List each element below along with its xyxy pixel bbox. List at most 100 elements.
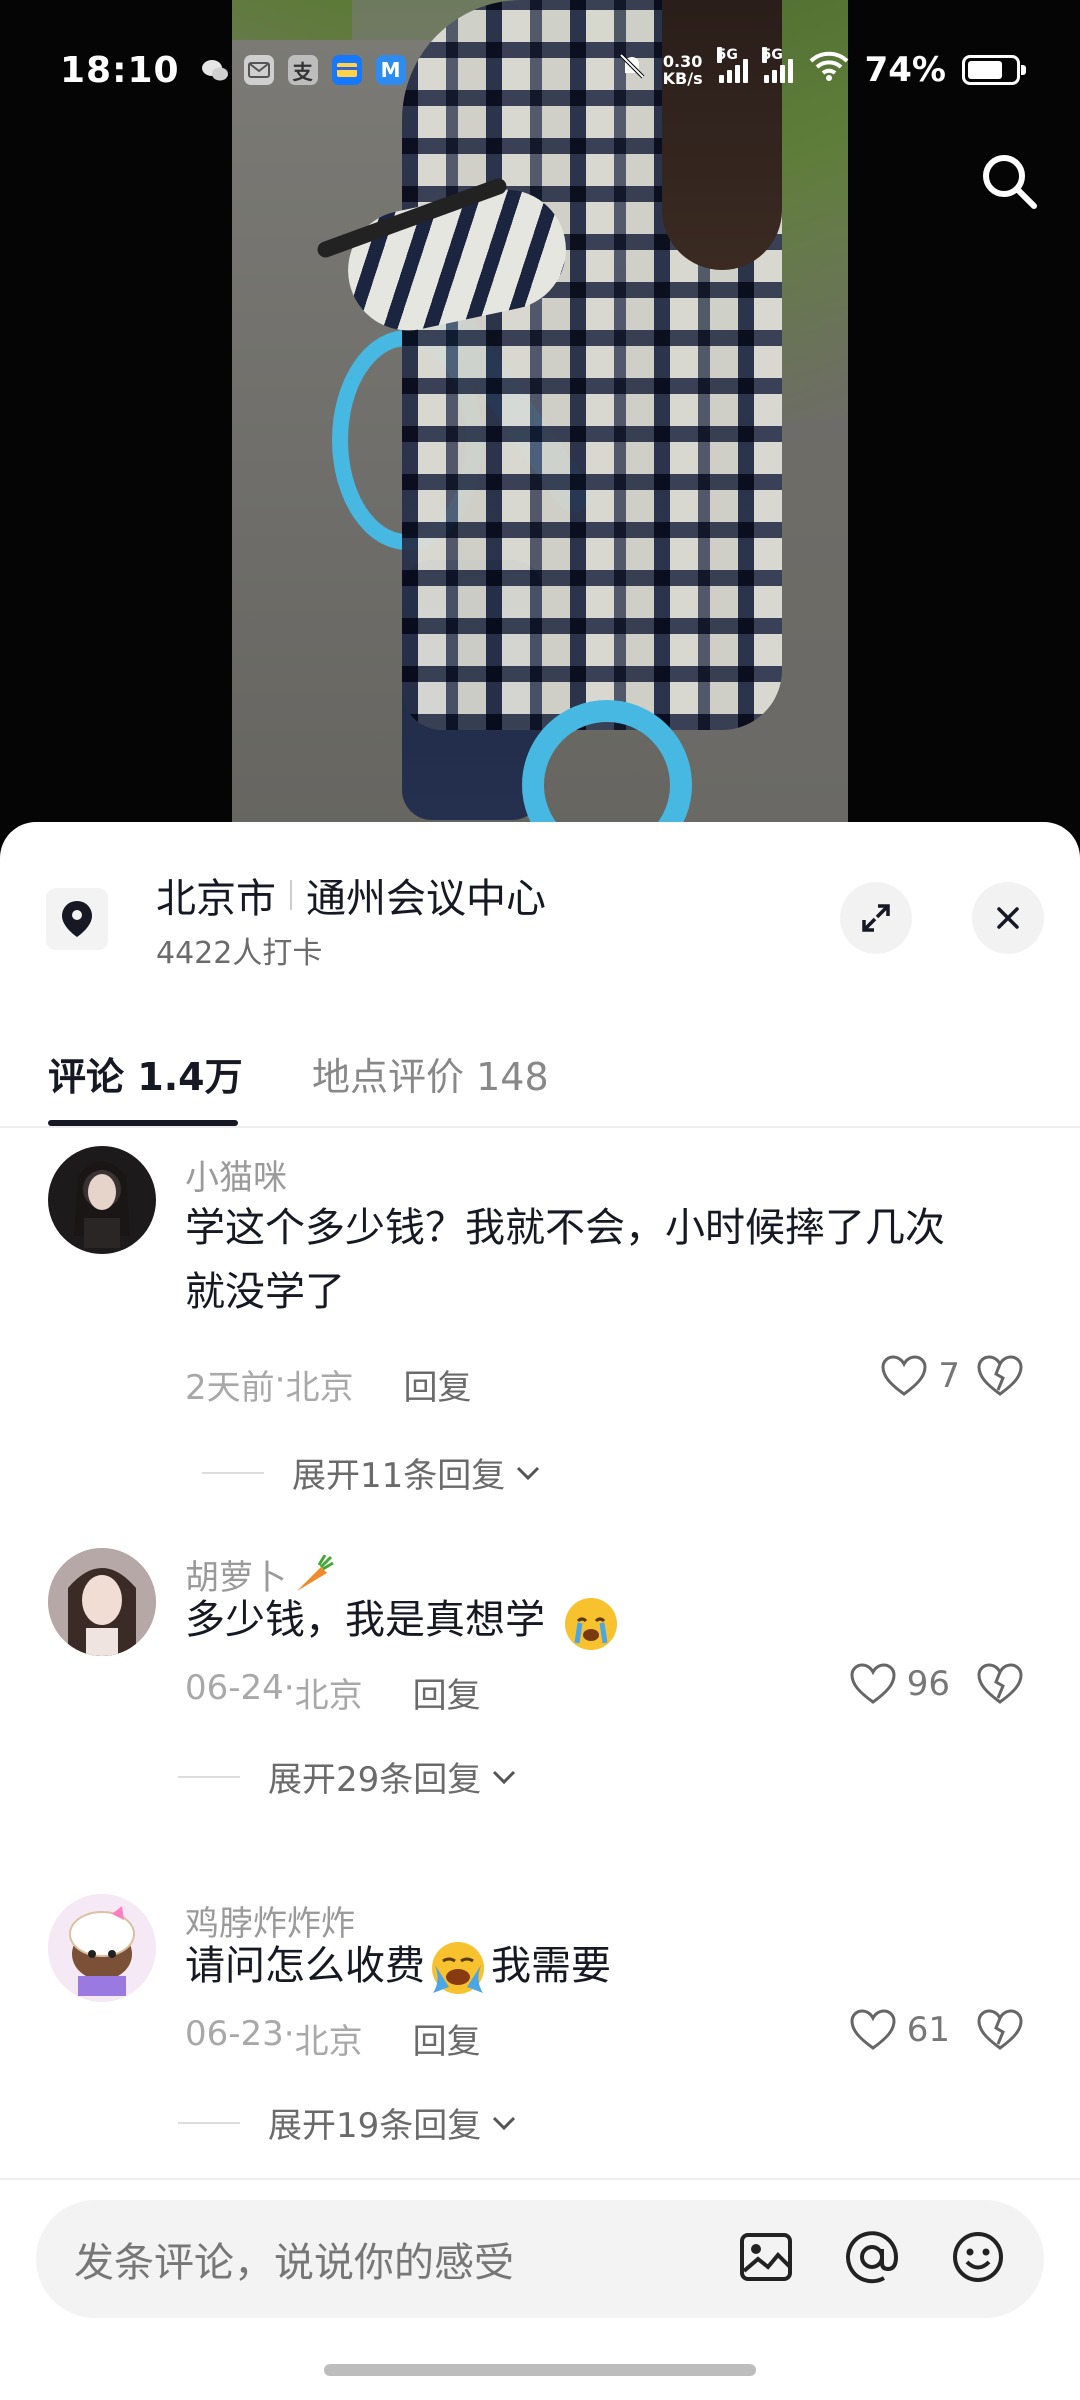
expand-line	[202, 1471, 264, 1474]
image-icon	[740, 2233, 792, 2281]
like-button[interactable]: 61	[849, 2008, 950, 2052]
heart-icon	[850, 1663, 896, 1704]
status-time: 18:10	[60, 49, 180, 91]
tab-active-indicator	[48, 1120, 238, 1126]
status-bar: 18:10 支 M 0.30 KB/s 5G 5G 74%	[0, 0, 1080, 140]
image-button[interactable]	[738, 2229, 794, 2289]
tab-reviews-label: 地点评价	[312, 1055, 465, 1099]
battery-fill	[968, 61, 1003, 79]
avatar-image	[48, 1548, 156, 1656]
expand-icon	[862, 904, 890, 932]
comment-text-line-2: 就没学了	[185, 1269, 345, 1315]
comment-text-line-1: 学这个多少钱？我就不会，小时候摔了几次	[185, 1205, 945, 1251]
alipay-icon: 支	[287, 55, 318, 85]
broken-heart-icon	[977, 1663, 1023, 1704]
like-button[interactable]: 96	[849, 1662, 950, 1706]
comment-username[interactable]: 小猫咪	[185, 1150, 287, 1199]
comment-text-body: 多少钱，我是真想学	[185, 1597, 545, 1643]
avatar-image	[74, 1161, 130, 1248]
tab-place-reviews[interactable]: 地点评价 148	[312, 1046, 549, 1101]
search-button[interactable]	[974, 146, 1044, 216]
avatar[interactable]	[48, 1548, 156, 1656]
battery-percent: 74%	[864, 50, 946, 90]
reply-button[interactable]: 回复	[413, 2014, 481, 2063]
tab-bar: 评论 1.4万 地点评价 148	[0, 1022, 1080, 1128]
meta-separator: ·	[283, 2014, 295, 2054]
reply-button[interactable]: 回复	[403, 1360, 471, 1409]
location-place: 通州会议中心	[306, 876, 546, 922]
comment-date: 06-23	[185, 2014, 284, 2054]
tab-comments-label: 评论	[48, 1055, 125, 1099]
mention-button[interactable]	[844, 2229, 900, 2289]
app-m-icon: M	[375, 55, 406, 85]
emoji-button[interactable]	[950, 2229, 1006, 2289]
comment-date: 2天前	[185, 1368, 275, 1408]
net-speed-unit: KB/s	[662, 69, 703, 88]
expand-replies-label: 展开11条回复	[292, 1456, 506, 1496]
signal-icon-2: 5G	[761, 47, 793, 83]
heart-icon	[850, 2009, 896, 2050]
avatar[interactable]	[48, 1146, 156, 1254]
like-count: 96	[906, 1664, 950, 1704]
expand-line	[178, 1775, 240, 1778]
expand-replies-label: 展开19条回复	[268, 2106, 482, 2146]
like-count: 61	[906, 2010, 950, 2050]
chevron-down-icon	[493, 1770, 516, 1784]
signal-2-tag: 5G	[761, 47, 783, 63]
location-divider	[290, 880, 292, 910]
location-title[interactable]: 北京市 通州会议中心	[156, 866, 546, 924]
meta-separator: ·	[274, 1360, 286, 1400]
reply-button[interactable]: 回复	[413, 1668, 481, 1717]
expand-replies[interactable]: 展开19条回复	[178, 2098, 519, 2147]
search-icon	[983, 155, 1037, 209]
comment-region: 北京	[285, 1368, 354, 1408]
input-divider	[0, 2178, 1080, 2180]
comment-input-placeholder: 发条评论，说说你的感受	[74, 2240, 514, 2286]
broken-heart-icon	[977, 1355, 1023, 1396]
battery-icon	[962, 55, 1026, 85]
chevron-down-icon	[493, 2116, 516, 2130]
dislike-button[interactable]	[976, 1354, 1024, 1402]
tab-comments-count: 1.4万	[137, 1055, 243, 1099]
close-icon	[997, 907, 1019, 929]
broken-heart-icon	[977, 2009, 1023, 2050]
location-city: 北京市	[156, 876, 276, 922]
crying-emoji-icon	[564, 1598, 617, 1650]
tab-comments[interactable]: 评论 1.4万	[48, 1046, 243, 1101]
expand-button[interactable]	[840, 882, 912, 954]
close-button[interactable]	[972, 882, 1044, 954]
avatar-image	[48, 1894, 156, 2002]
wechat-icon	[200, 55, 230, 85]
comment-meta: 06-23 · 北京 回复	[185, 2014, 481, 2063]
mute-icon	[617, 50, 647, 90]
comment-text: 请问怎么收费 我需要	[185, 1934, 1045, 1999]
location-pin-icon	[62, 901, 92, 937]
expand-line	[178, 2121, 240, 2124]
expand-replies[interactable]: 展开11条回复	[202, 1448, 543, 1497]
comment-text-part-2: 我需要	[491, 1943, 611, 1989]
heart-icon	[881, 1355, 927, 1396]
chevron-down-icon	[517, 1466, 540, 1480]
signal-icon-1: 5G	[716, 47, 748, 83]
at-icon	[846, 2231, 899, 2284]
status-app-icons: 支 M	[200, 55, 406, 85]
comment-meta: 06-24 · 北京 回复	[185, 1668, 481, 1717]
comment-text-part-1: 请问怎么收费	[185, 1943, 425, 1989]
dislike-button[interactable]	[976, 1662, 1024, 1710]
like-count: 7	[938, 1356, 960, 1396]
status-right: 0.30 KB/s 5G 5G 74%	[617, 47, 1026, 90]
loudly-crying-emoji-icon	[432, 1942, 484, 1994]
expand-replies[interactable]: 展开29条回复	[178, 1752, 519, 1801]
like-button[interactable]: 7	[880, 1354, 960, 1398]
input-actions	[738, 2229, 1006, 2289]
comment-input[interactable]: 发条评论，说说你的感受	[36, 2200, 1044, 2318]
comment-text: 多少钱，我是真想学	[185, 1588, 1045, 1653]
comment-text: 学这个多少钱？我就不会，小时候摔了几次 就没学了	[185, 1196, 1045, 1324]
avatar[interactable]	[48, 1894, 156, 2002]
location-checkins: 4422人打卡	[156, 936, 323, 971]
emoji-icon	[953, 2232, 1003, 2282]
dislike-button[interactable]	[976, 2008, 1024, 2056]
expand-replies-label: 展开29条回复	[268, 1760, 482, 1800]
comment-meta: 2天前 · 北京 回复	[185, 1360, 471, 1409]
home-indicator[interactable]	[324, 2364, 756, 2376]
